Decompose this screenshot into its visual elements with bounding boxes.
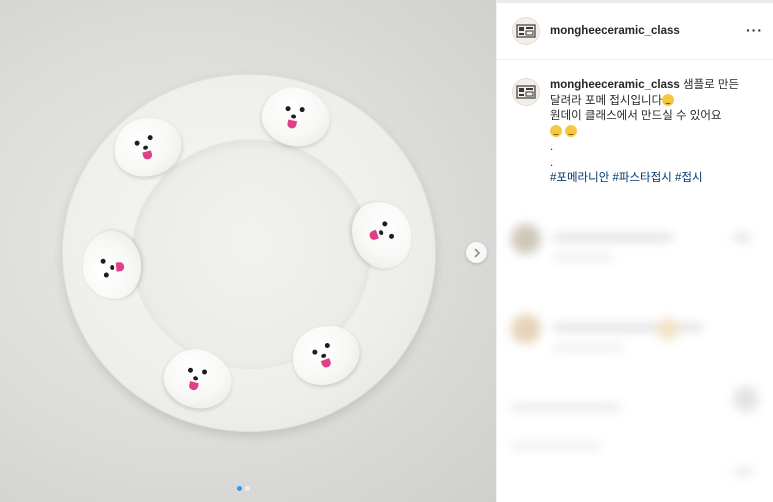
caption-line: . <box>550 156 554 169</box>
hashtag-list: #포메라니안 #파스타접시 #접시 <box>550 171 739 187</box>
caption-line: . <box>550 141 554 153</box>
caption-line: 샘플로 만든 <box>682 79 740 91</box>
header-username[interactable]: mongheeceramic_class <box>550 25 680 37</box>
hashtag-link[interactable]: #포메라니안 <box>550 172 609 184</box>
caption-line: 달려라 포메 접시입니다 <box>550 94 663 107</box>
post-side-panel: mongheeceramic_class ··· mongheeceramic_… <box>496 0 773 502</box>
hashtag-link[interactable]: #파스타접시 <box>613 172 672 184</box>
shop-logo-icon <box>516 24 536 38</box>
carousel-next-button[interactable] <box>466 242 487 263</box>
post-header: mongheeceramic_class ··· <box>497 3 773 60</box>
post-caption: mongheeceramic_class 샘플로 만든 달려라 포메 접시입니다… <box>512 78 762 187</box>
smile-emoji-icon <box>662 93 675 106</box>
avatar[interactable] <box>512 17 540 45</box>
grin-emoji-icon <box>565 124 578 137</box>
caption-avatar[interactable] <box>512 78 540 106</box>
carousel-dot <box>245 486 250 491</box>
blurred-comments <box>497 190 773 502</box>
post-image[interactable] <box>0 0 496 502</box>
chevron-right-icon <box>474 248 480 257</box>
more-options-icon[interactable]: ··· <box>746 22 763 38</box>
caption-line: 원데이 클래스에서 만드실 수 있어요 <box>550 110 722 122</box>
caption-text: mongheeceramic_class 샘플로 만든 달려라 포메 접시입니다… <box>550 78 739 187</box>
hashtag-link[interactable]: #접시 <box>675 172 703 184</box>
shop-logo-icon <box>516 85 536 99</box>
grin-emoji-icon <box>550 124 562 137</box>
caption-username[interactable]: mongheeceramic_class <box>550 79 680 91</box>
carousel-dot-active <box>237 486 242 491</box>
carousel-indicator <box>237 486 250 491</box>
